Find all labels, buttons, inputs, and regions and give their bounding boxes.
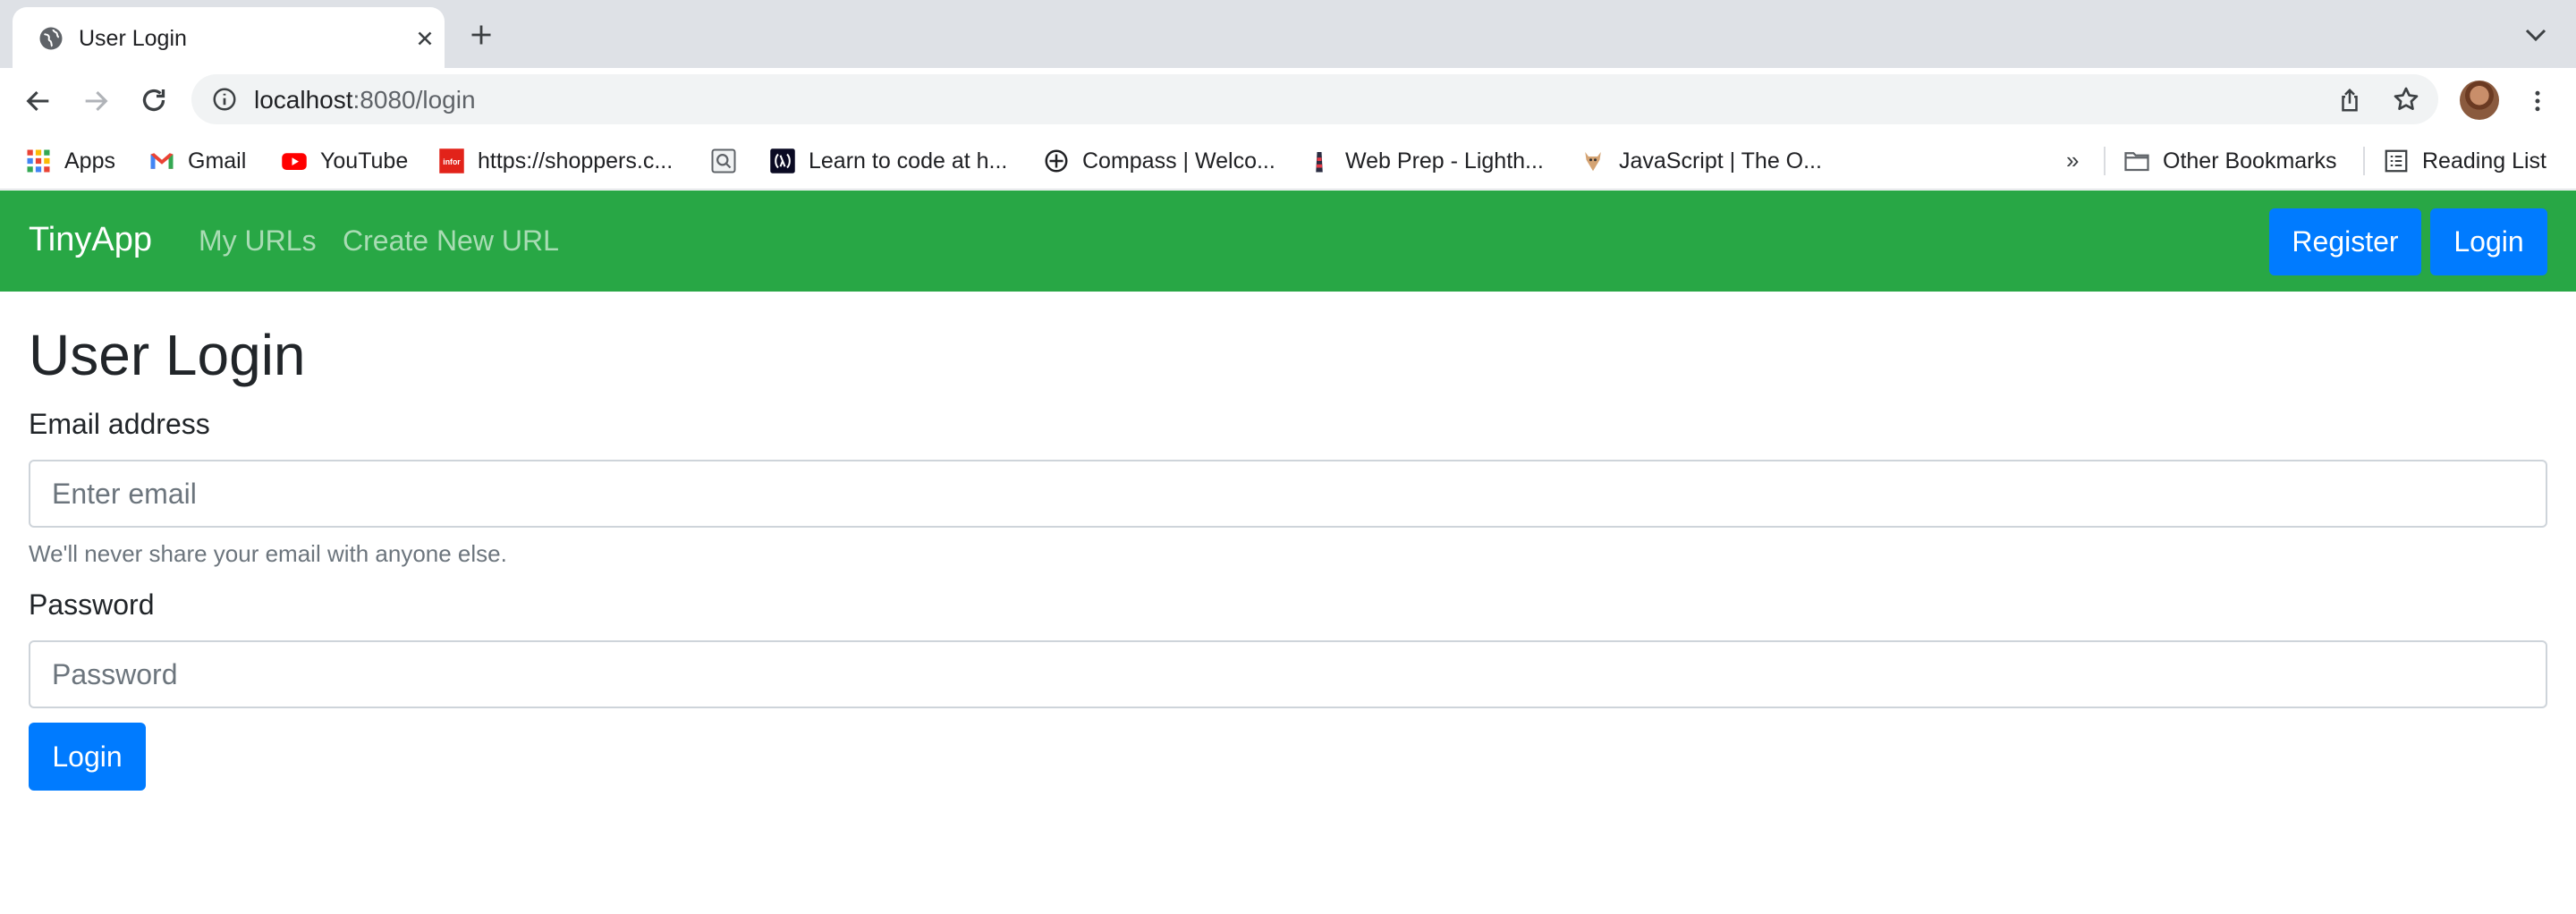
compass-icon <box>1045 149 1068 173</box>
register-button[interactable]: Register <box>2269 208 2421 275</box>
password-field[interactable] <box>29 640 2547 708</box>
search-box-icon <box>711 148 736 173</box>
infor-icon: infor <box>439 148 464 173</box>
bookmark-other-bookmarks[interactable]: Other Bookmarks <box>2123 145 2337 177</box>
bookmarks-divider <box>2363 147 2365 175</box>
url-text[interactable]: localhost:8080/login <box>254 86 476 114</box>
bookmark-web-prep[interactable]: Web Prep - Lighth... <box>1306 145 1544 177</box>
globe-icon <box>39 27 63 50</box>
tab-title: User Login <box>79 26 187 51</box>
star-icon[interactable] <box>2392 85 2420 114</box>
lighthouse-icon <box>1316 152 1323 173</box>
login-submit-button[interactable]: Login <box>29 723 146 791</box>
gmail-icon <box>150 153 174 169</box>
bookmarks-overflow-chevron[interactable]: » <box>2066 147 2079 174</box>
navbar-login-button[interactable]: Login <box>2430 208 2547 275</box>
bookmark-compass[interactable]: Compass | Welco... <box>1043 145 1275 177</box>
reload-icon[interactable] <box>138 84 170 116</box>
back-arrow-icon[interactable] <box>23 86 54 116</box>
new-tab-icon[interactable] <box>469 22 494 47</box>
code-lambda-icon <box>770 148 795 173</box>
info-icon[interactable] <box>211 86 238 113</box>
reading-list-icon <box>2385 149 2408 173</box>
youtube-icon <box>282 153 307 170</box>
reading-list[interactable]: Reading List <box>2383 145 2546 177</box>
svg-text:infor: infor <box>443 157 461 166</box>
odin-icon <box>1585 152 1601 172</box>
email-field[interactable] <box>29 460 2547 528</box>
email-label: Email address <box>29 408 210 440</box>
bookmark-youtube[interactable]: YouTube <box>281 145 408 177</box>
password-label: Password <box>29 588 155 621</box>
close-icon[interactable] <box>413 27 436 50</box>
bookmark-learn-to-code[interactable]: Learn to code at h... <box>769 145 1007 177</box>
email-help-text: We'll never share your email with anyone… <box>29 540 507 567</box>
share-icon[interactable] <box>2336 86 2363 114</box>
more-vert-icon[interactable] <box>2524 86 2551 116</box>
navbar-brand[interactable]: TinyApp <box>29 221 152 259</box>
forward-arrow-icon[interactable] <box>80 86 111 116</box>
bookmark-gmail[interactable]: Gmail <box>148 145 246 177</box>
bookmarks-divider <box>2104 147 2106 175</box>
nav-link-create-new-url[interactable]: Create New URL <box>343 224 559 258</box>
browser-tab[interactable]: User Login <box>13 7 445 68</box>
page-title: User Login <box>29 323 306 387</box>
nav-link-my-urls[interactable]: My URLs <box>199 224 317 258</box>
apps-grid-icon <box>27 149 50 173</box>
address-bar[interactable] <box>191 74 2438 124</box>
chevron-down-icon[interactable] <box>2522 25 2549 45</box>
profile-avatar[interactable] <box>2460 80 2499 120</box>
folder-icon <box>2124 152 2149 172</box>
bookmark-shoppers[interactable]: infor https://shoppers.c... <box>438 145 673 177</box>
bookmark-odin[interactable]: JavaScript | The O... <box>1580 145 1822 177</box>
bookmark-apps[interactable]: Apps <box>25 145 115 177</box>
bookmark-search[interactable] <box>710 145 737 177</box>
